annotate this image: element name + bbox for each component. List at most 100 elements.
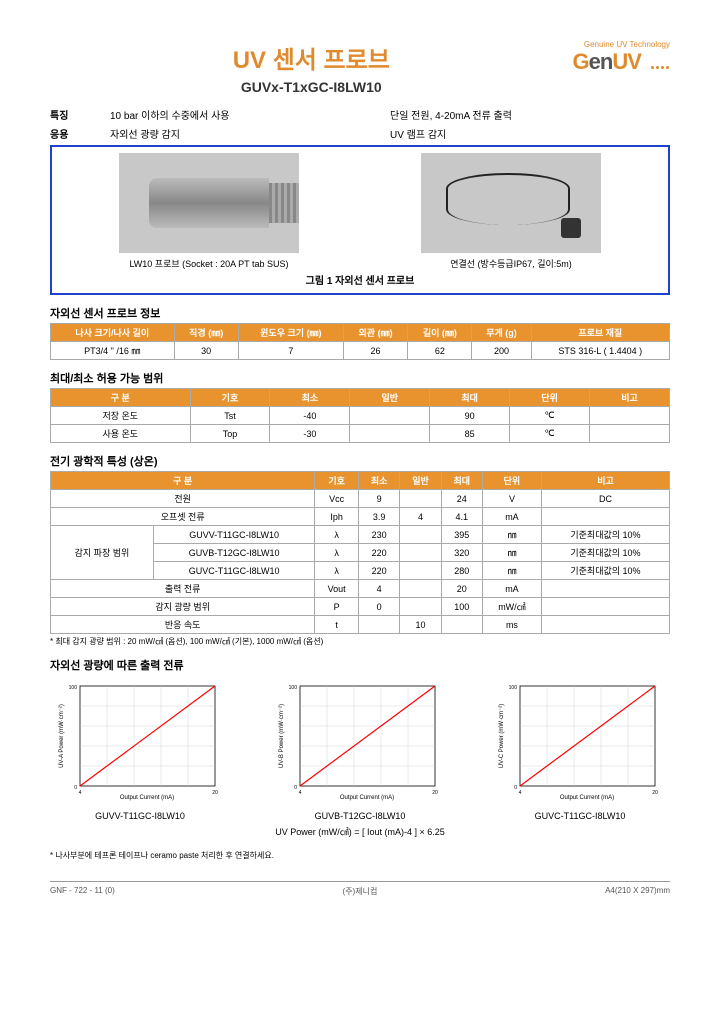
- td: 반응 속도: [51, 616, 315, 634]
- th: 직경 (㎜): [174, 324, 238, 342]
- td: 230: [359, 526, 400, 544]
- td: 출력 전류: [51, 580, 315, 598]
- chart-1: Output Current (mA) UV-A Power (mW·cm⁻²)…: [50, 681, 230, 821]
- td: Iph: [315, 508, 359, 526]
- chart-3: Output Current (mA) UV-C Power (mW·cm⁻²)…: [490, 681, 670, 821]
- logo-text: GenUV: [573, 49, 671, 75]
- td: 4: [400, 508, 441, 526]
- td: [359, 616, 400, 634]
- footer-center: (주)제니컴: [343, 886, 378, 897]
- table-row: 오프셋 전류 Iph 3.9 4 4.1 mA: [51, 508, 670, 526]
- table-row: PT3/4 " /16 ㎜ 30 7 26 62 200 STS 316-L (…: [51, 342, 670, 360]
- td: 오프셋 전류: [51, 508, 315, 526]
- td: 기준최대값의 10%: [541, 526, 669, 544]
- svg-text:100: 100: [289, 685, 298, 691]
- th: 최대: [441, 472, 482, 490]
- td: 320: [441, 544, 482, 562]
- footer-left: GNF - 722 - 11 (0): [50, 886, 115, 897]
- td: [590, 425, 670, 443]
- td: 220: [359, 562, 400, 580]
- svg-text:20: 20: [652, 790, 658, 796]
- td: mA: [482, 508, 541, 526]
- table-row: 감지 광량 범위 P 0 100 mW/㎠: [51, 598, 670, 616]
- logo: Genuine UV Technology GenUV: [573, 40, 671, 75]
- td: 9: [359, 490, 400, 508]
- table-row: 출력 전류 Vout 4 20 mA: [51, 580, 670, 598]
- td: [350, 407, 430, 425]
- cable-photo: [421, 153, 601, 253]
- td: 4.1: [441, 508, 482, 526]
- th: 기호: [315, 472, 359, 490]
- td: [541, 598, 669, 616]
- td: 3.9: [359, 508, 400, 526]
- td: [541, 616, 669, 634]
- td: Top: [190, 425, 270, 443]
- svg-text:4: 4: [519, 790, 522, 796]
- td: 26: [343, 342, 407, 360]
- td: Tst: [190, 407, 270, 425]
- td: mA: [482, 580, 541, 598]
- td: Vout: [315, 580, 359, 598]
- footnote: * 나사부분에 테프론 테이프나 ceramo paste 처리한 후 연결하세…: [50, 850, 670, 861]
- charts-title: 자외선 광량에 따른 출력 전류: [50, 657, 670, 673]
- td: [400, 598, 441, 616]
- td: [350, 425, 430, 443]
- th: 일반: [400, 472, 441, 490]
- table-row: 구 분 기호 최소 일반 최대 단위 비고: [51, 472, 670, 490]
- electro-optical-table: 구 분 기호 최소 일반 최대 단위 비고 전원 Vcc 9 24 V DC 오…: [50, 471, 670, 634]
- td: 62: [408, 342, 472, 360]
- td: ℃: [510, 425, 590, 443]
- chart-2-label: GUVB-T12GC-I8LW10: [270, 811, 450, 821]
- header: UV 센서 프로브 GUVx-T1xGC-I8LW10 Genuine UV T…: [50, 40, 670, 95]
- td: λ: [315, 562, 359, 580]
- td: 100: [441, 598, 482, 616]
- td: 기준최대값의 10%: [541, 562, 669, 580]
- td: GUVV-T11GC-I8LW10: [153, 526, 314, 544]
- application-2: UV 램프 감지: [390, 126, 670, 141]
- td: ㎚: [482, 562, 541, 580]
- td: 220: [359, 544, 400, 562]
- td: 4: [359, 580, 400, 598]
- chart-3-label: GUVC-T11GC-I8LW10: [490, 811, 670, 821]
- table-row: 사용 온도 Top -30 85 ℃: [51, 425, 670, 443]
- chart-xlabel: Output Current (mA): [120, 795, 174, 801]
- td: Vcc: [315, 490, 359, 508]
- chart-2-svg: Output Current (mA) UV-B Power (mW·cm⁻²)…: [275, 681, 445, 806]
- figure-caption: 그림 1 자외선 센서 프로브: [58, 272, 662, 287]
- logo-uv: UV: [612, 49, 641, 74]
- th: 외관 (㎜): [343, 324, 407, 342]
- td: t: [315, 616, 359, 634]
- charts-row: Output Current (mA) UV-A Power (mW·cm⁻²)…: [50, 681, 670, 821]
- td: 사용 온도: [51, 425, 191, 443]
- feature-1: 10 bar 이하의 수중에서 사용: [110, 107, 390, 122]
- td: 90: [430, 407, 510, 425]
- td: 7: [238, 342, 343, 360]
- td: λ: [315, 526, 359, 544]
- th: 최소: [359, 472, 400, 490]
- th: 최소: [270, 389, 350, 407]
- td: 기준최대값의 10%: [541, 544, 669, 562]
- main-title: UV 센서 프로브: [50, 40, 573, 75]
- td: 280: [441, 562, 482, 580]
- svg-text:20: 20: [212, 790, 218, 796]
- td: 20: [441, 580, 482, 598]
- td: GUVC-T11GC-I8LW10: [153, 562, 314, 580]
- sub-title: GUVx-T1xGC-I8LW10: [50, 79, 573, 95]
- td: ㎚: [482, 526, 541, 544]
- footer: GNF - 722 - 11 (0) (주)제니컴 A4(210 X 297)m…: [50, 881, 670, 897]
- td: [400, 562, 441, 580]
- probe-photo: [119, 153, 299, 253]
- th: 기호: [190, 389, 270, 407]
- td: mW/㎠: [482, 598, 541, 616]
- th: 나사 크기/나사 길이: [51, 324, 175, 342]
- td: 감지 광량 범위: [51, 598, 315, 616]
- td: [400, 490, 441, 508]
- td: [400, 526, 441, 544]
- td: DC: [541, 490, 669, 508]
- table-row: 나사 크기/나사 길이 직경 (㎜) 윈도우 크기 (㎜) 외관 (㎜) 길이 …: [51, 324, 670, 342]
- table-row: 반응 속도 t 10 ms: [51, 616, 670, 634]
- td: 200: [472, 342, 531, 360]
- th: 일반: [350, 389, 430, 407]
- table3-title: 전기 광학적 특성 (상온): [50, 453, 670, 469]
- td: PT3/4 " /16 ㎜: [51, 342, 175, 360]
